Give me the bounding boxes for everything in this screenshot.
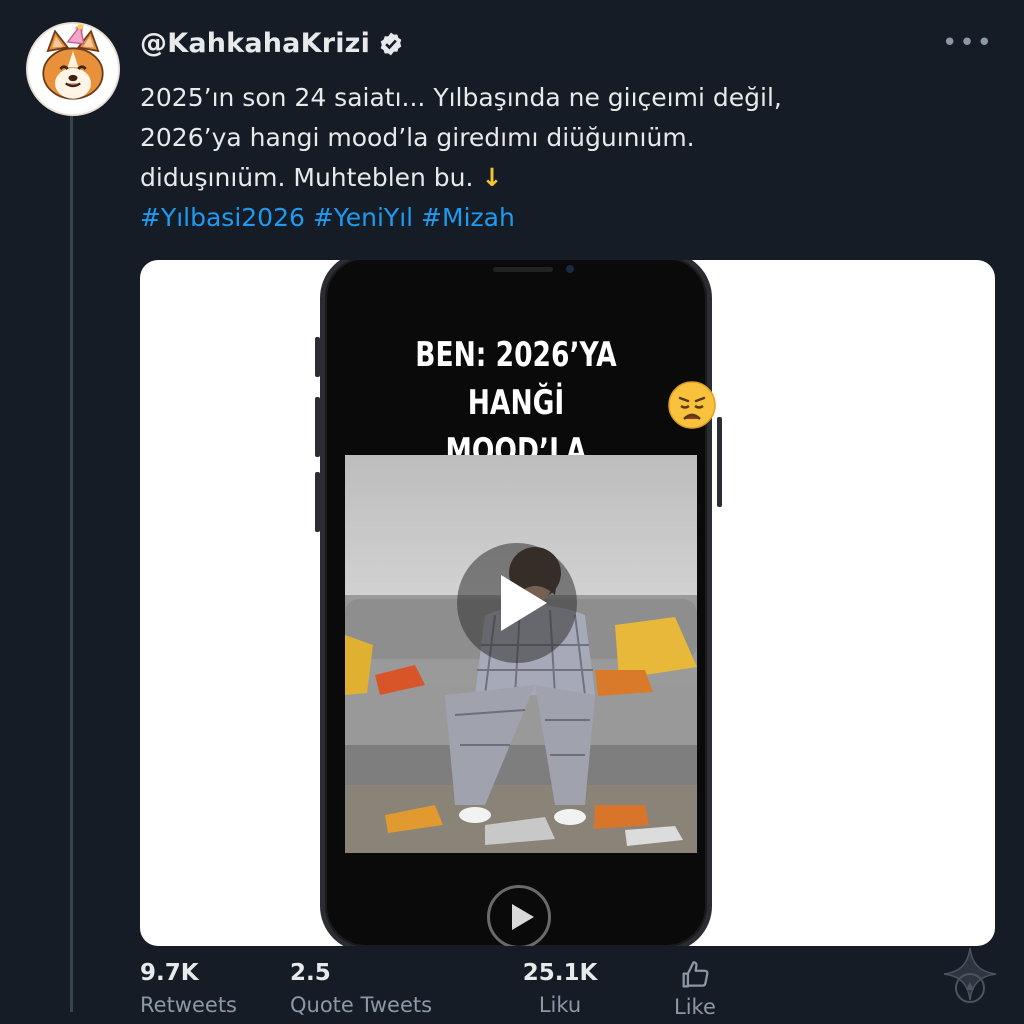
likes-stat[interactable]: 25.1K Liku xyxy=(490,958,630,1022)
thumbs-up-icon xyxy=(682,961,709,988)
play-button[interactable] xyxy=(487,885,551,946)
retweets-label: Retweets xyxy=(140,993,237,1017)
hashtags: #Yılbasi2026 #YeniYıl #Mizah xyxy=(140,198,990,238)
quote-tweets-label: Quote Tweets xyxy=(290,993,433,1017)
hashtag-link[interactable]: #Yılbasi2026 xyxy=(140,203,305,232)
caption-line-1: BEN: 2026’YA HANĞİ xyxy=(415,335,617,423)
more-options-icon[interactable]: ••• xyxy=(942,28,994,58)
tweet-header: @KahkahaKrizi xyxy=(140,28,404,59)
tweet-text-line-2: 2026’ya hangi mood’la giredımı diüğuınıü… xyxy=(140,123,695,152)
sparkle-icon xyxy=(943,947,997,1003)
video-thumbnail[interactable] xyxy=(345,455,697,853)
retweets-count: 9.7K xyxy=(140,960,199,986)
play-icon[interactable] xyxy=(457,543,577,663)
corgi-party-avatar-icon xyxy=(28,24,118,114)
tweet-media[interactable]: BEN: 2026’YA HANĞİ MOOD’LA GİRYÖRÜM... xyxy=(140,260,995,946)
likes-count: 25.1K xyxy=(522,960,598,986)
like-label: Like xyxy=(674,995,716,1019)
user-handle[interactable]: @KahkahaKrizi xyxy=(140,28,370,59)
sad-face-emoji-icon xyxy=(668,381,716,429)
hashtag-link[interactable]: #Mizah xyxy=(421,203,515,232)
arrow-down-icon: ↓ xyxy=(481,163,503,192)
phone-side-button xyxy=(315,472,320,532)
phone-side-button xyxy=(717,417,722,507)
quote-tweets-stat[interactable]: 2.5 Quote Tweets xyxy=(290,958,490,1022)
quote-tweets-count: 2.5 xyxy=(290,960,331,986)
thread-line xyxy=(70,112,73,1012)
hashtag-link[interactable]: #YeniYıl xyxy=(313,203,413,232)
tweet-text-line-3-text: diduşınıüm. Muhteblen bu. xyxy=(140,163,474,192)
phone-side-button xyxy=(315,337,320,377)
phone-mockup: BEN: 2026’YA HANĞİ MOOD’LA GİRYÖRÜM... xyxy=(315,260,722,946)
phone-speaker xyxy=(493,267,553,272)
retweets-stat[interactable]: 9.7K Retweets xyxy=(140,958,290,1022)
tweet-text-line-1: 2025’ın son 24 saiatı... Yılbaşında ne g… xyxy=(140,83,782,112)
like-button[interactable]: Like xyxy=(674,958,716,1022)
tweet-text-line-3: diduşınıüm. Muhteblen bu. ↓ xyxy=(140,158,990,198)
avatar[interactable] xyxy=(26,22,120,116)
tweet-text: 2025’ın son 24 saiatı... Yılbaşında ne g… xyxy=(140,78,990,238)
phone-side-button xyxy=(315,397,320,457)
tweet-stats: 9.7K Retweets 2.5 Quote Tweets 25.1K Lik… xyxy=(140,958,630,1022)
phone-camera xyxy=(566,265,574,273)
verified-badge-icon xyxy=(380,32,402,55)
likes-label: Liku xyxy=(538,993,582,1017)
